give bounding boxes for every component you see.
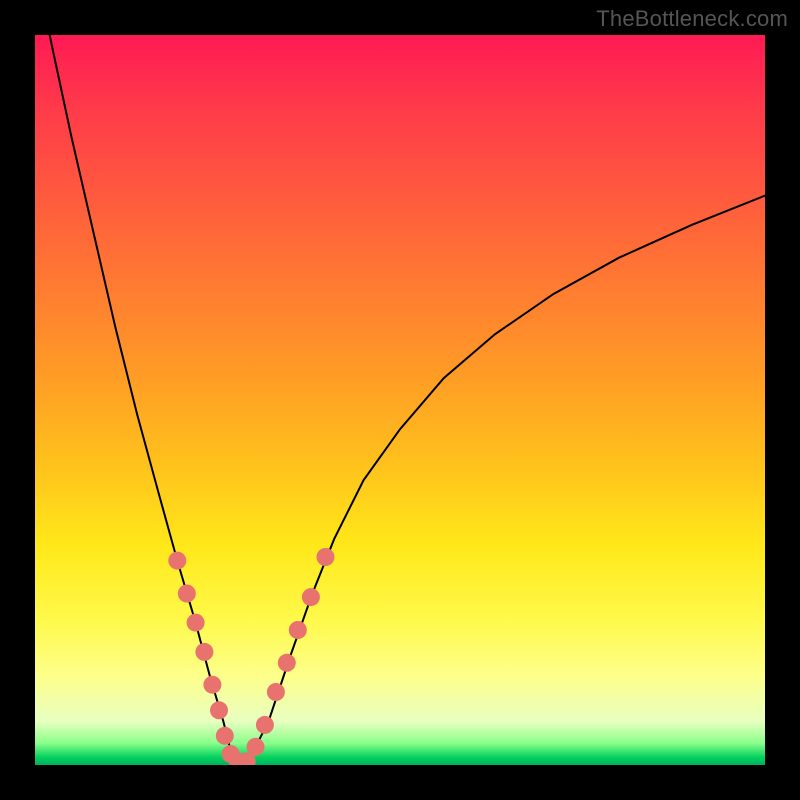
highlight-dots: [168, 548, 334, 765]
chart-frame: TheBottleneck.com: [0, 0, 800, 800]
highlight-dot: [256, 716, 274, 734]
highlight-dot: [302, 588, 320, 606]
highlight-dot: [216, 727, 234, 745]
highlight-dot: [195, 643, 213, 661]
bottleneck-curve: [50, 35, 765, 761]
highlight-dot: [289, 621, 307, 639]
watermark-text: TheBottleneck.com: [596, 6, 788, 32]
highlight-dot: [187, 614, 205, 632]
highlight-dot: [168, 552, 186, 570]
highlight-dot: [247, 738, 265, 756]
highlight-dot: [203, 676, 221, 694]
highlight-dot: [210, 701, 228, 719]
plot-area: [35, 35, 765, 765]
highlight-dot: [278, 654, 296, 672]
curve-layer: [35, 35, 765, 765]
highlight-dot: [178, 585, 196, 603]
highlight-dot: [267, 683, 285, 701]
highlight-dot: [317, 548, 335, 566]
